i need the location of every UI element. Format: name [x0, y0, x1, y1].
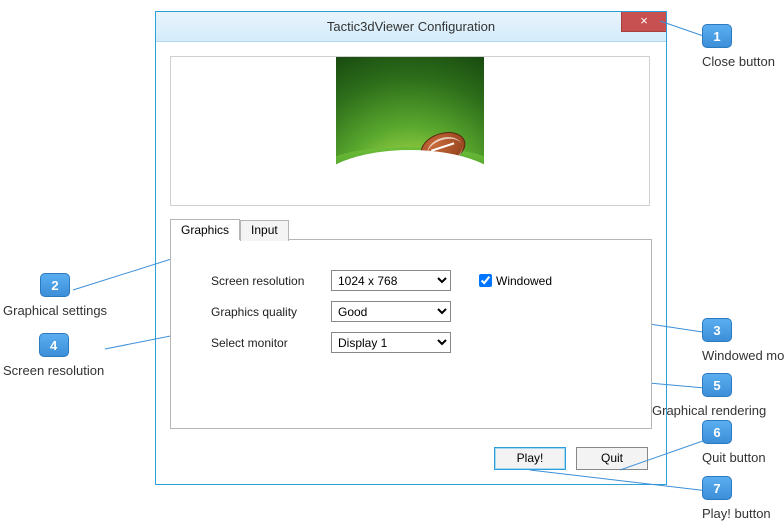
row-monitor: Select monitor Display 1	[211, 332, 611, 353]
callout-3-bubble: 3	[702, 318, 732, 342]
tab-input-label: Input	[251, 223, 278, 237]
tab-graphics-label: Graphics	[181, 223, 229, 237]
windowed-wrap[interactable]: Windowed	[479, 274, 552, 288]
callout-6-label: Quit button	[702, 450, 766, 465]
select-quality[interactable]: Good	[331, 301, 451, 322]
callout-4-label: Screen resolution	[3, 363, 104, 378]
play-button-label: Play!	[517, 451, 544, 465]
label-quality: Graphics quality	[211, 305, 331, 319]
callout-3: 3 Windowed mode	[702, 318, 784, 363]
play-button[interactable]: Play!	[494, 447, 566, 470]
tab-row: Graphics Input	[170, 218, 652, 239]
banner-area	[170, 56, 650, 206]
config-dialog: Tactic3dViewer Configuration × Graphics …	[155, 11, 667, 485]
callout-2: 2 Graphical settings	[3, 273, 107, 318]
row-quality: Graphics quality Good	[211, 301, 611, 322]
tab-input[interactable]: Input	[240, 220, 289, 241]
callout-1-bubble: 1	[702, 24, 732, 48]
close-button[interactable]: ×	[621, 12, 666, 32]
callout-1: 1 Close button	[702, 24, 775, 69]
tab-panel-graphics: Screen resolution 1024 x 768 Windowed Gr…	[170, 239, 652, 429]
checkbox-windowed[interactable]	[479, 274, 492, 287]
callout-7-label: Play! button	[702, 506, 771, 521]
callout-5: 5 Graphical rendering	[702, 373, 766, 418]
dialog-content: Graphics Input Screen resolution 1024 x …	[156, 42, 666, 443]
close-icon: ×	[640, 13, 648, 28]
window-title: Tactic3dViewer Configuration	[327, 19, 495, 34]
callout-7: 7 Play! button	[702, 476, 771, 521]
callout-4: 4 Screen resolution	[3, 333, 104, 378]
callout-2-bubble: 2	[40, 273, 70, 297]
label-resolution: Screen resolution	[211, 274, 331, 288]
dialog-button-row: Play! Quit	[494, 447, 648, 470]
quit-button[interactable]: Quit	[576, 447, 648, 470]
callout-6-bubble: 6	[702, 420, 732, 444]
label-monitor: Select monitor	[211, 336, 331, 350]
row-resolution: Screen resolution 1024 x 768 Windowed	[211, 270, 611, 291]
callout-5-label: Graphical rendering	[652, 403, 766, 418]
select-resolution[interactable]: 1024 x 768	[331, 270, 451, 291]
callout-3-label: Windowed mode	[702, 348, 784, 363]
callout-1-label: Close button	[702, 54, 775, 69]
quit-button-label: Quit	[601, 451, 623, 465]
titlebar: Tactic3dViewer Configuration ×	[156, 12, 666, 42]
select-monitor[interactable]: Display 1	[331, 332, 451, 353]
callout-4-bubble: 4	[39, 333, 69, 357]
callout-2-label: Graphical settings	[3, 303, 107, 318]
label-windowed: Windowed	[496, 274, 552, 288]
tab-graphics[interactable]: Graphics	[170, 219, 240, 240]
banner-image	[336, 57, 484, 205]
callout-5-bubble: 5	[702, 373, 732, 397]
tab-container: Graphics Input Screen resolution 1024 x …	[170, 218, 652, 429]
callout-7-bubble: 7	[702, 476, 732, 500]
callout-6: 6 Quit button	[702, 420, 766, 465]
banner-wave	[336, 150, 484, 205]
